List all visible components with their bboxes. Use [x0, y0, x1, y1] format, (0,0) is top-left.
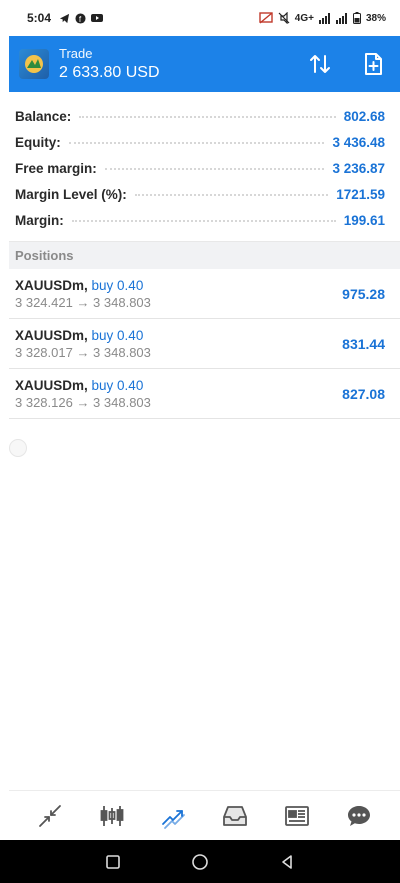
- messages-icon: [348, 805, 371, 826]
- summary-row-equity: Equity: 3 436.48: [9, 129, 400, 155]
- summary-value: 3 236.87: [332, 160, 385, 176]
- home-icon: [192, 853, 208, 870]
- youtube-icon: [91, 14, 104, 22]
- touch-pointer: [9, 439, 27, 457]
- position-symbol: XAUUSDm,: [15, 377, 88, 393]
- drawer-edge[interactable]: [0, 36, 9, 92]
- nav-messages[interactable]: [339, 796, 379, 836]
- battery-level: 38%: [365, 12, 386, 24]
- nav-chart[interactable]: [92, 796, 132, 836]
- sort-button[interactable]: [306, 50, 334, 78]
- back-button[interactable]: [275, 850, 299, 874]
- position-side: buy 0.40: [91, 327, 144, 343]
- summary-label: Free margin:: [15, 160, 97, 176]
- position-prices: 3 324.421 → 3 348.803: [15, 294, 151, 310]
- status-system-icons: 4G+ 38%: [259, 12, 386, 24]
- summary-label: Margin Level (%):: [15, 186, 127, 202]
- header-balance: 2 633.80 USD: [59, 64, 160, 81]
- leader-dots: [79, 116, 336, 118]
- summary-row-free-margin: Free margin: 3 236.87: [9, 155, 400, 181]
- trade-icon: [161, 809, 185, 829]
- cast-icon: [259, 12, 273, 24]
- status-bar: 5:04 f 4G+ 38%: [0, 0, 400, 36]
- position-symbol: XAUUSDm,: [15, 327, 88, 343]
- positions-list: XAUUSDm, buy 0.40 3 324.421 → 3 348.803 …: [9, 269, 400, 419]
- telegram-icon: [59, 13, 70, 23]
- position-profit: 975.28: [342, 285, 385, 302]
- summary-value: 1721.59: [336, 186, 385, 202]
- position-row[interactable]: XAUUSDm, buy 0.40 3 328.017 → 3 348.803 …: [9, 319, 400, 369]
- quotes-icon: [39, 804, 61, 827]
- network-type: 4G+: [294, 12, 314, 24]
- new-order-button[interactable]: [359, 50, 387, 78]
- back-icon: [281, 854, 292, 869]
- position-row[interactable]: XAUUSDm, buy 0.40 3 324.421 → 3 348.803 …: [9, 269, 400, 319]
- metatrader-logo-icon: [25, 55, 43, 73]
- signal-2-icon: [335, 12, 347, 24]
- recents-button[interactable]: [101, 850, 125, 874]
- position-profit: 827.08: [342, 385, 385, 402]
- status-time: 5:04: [27, 11, 52, 25]
- position-symbol: XAUUSDm,: [15, 277, 88, 293]
- nav-quotes[interactable]: [30, 796, 70, 836]
- position-row[interactable]: XAUUSDm, buy 0.40 3 328.126 → 3 348.803 …: [9, 369, 400, 419]
- positions-header: Positions: [9, 241, 400, 269]
- status-notification-icons: f: [59, 12, 104, 24]
- battery-icon: [352, 12, 361, 24]
- news-icon: [285, 805, 310, 826]
- nav-history[interactable]: [215, 796, 255, 836]
- sort-icon: [310, 55, 330, 73]
- position-profit: 831.44: [342, 335, 385, 352]
- app-logo[interactable]: [19, 49, 49, 79]
- summary-value: 3 436.48: [332, 134, 385, 150]
- chart-icon: [100, 805, 124, 826]
- position-prices: 3 328.017 → 3 348.803: [15, 344, 151, 360]
- new-order-icon: [365, 53, 382, 75]
- summary-row-margin: Margin: 199.61: [9, 207, 400, 233]
- system-navigation-bar: [0, 840, 400, 883]
- summary-value: 802.68: [343, 108, 385, 124]
- page-title: Trade: [59, 46, 93, 61]
- mute-icon: [278, 12, 290, 24]
- recents-icon: [106, 854, 121, 869]
- summary-label: Equity:: [15, 134, 61, 150]
- home-button[interactable]: [188, 850, 212, 874]
- leader-dots: [68, 142, 325, 144]
- leader-dots: [104, 168, 325, 170]
- nav-trade[interactable]: [154, 796, 194, 836]
- position-side: buy 0.40: [91, 277, 144, 293]
- summary-label: Margin:: [15, 212, 64, 228]
- account-summary: Balance: 802.68 Equity: 3 436.48 Free ma…: [9, 103, 400, 233]
- summary-label: Balance:: [15, 108, 72, 124]
- trade-header: Trade 2 633.80 USD: [9, 36, 400, 92]
- position-prices: 3 328.126 → 3 348.803: [15, 394, 151, 410]
- facebook-icon: f: [75, 12, 86, 24]
- nav-news[interactable]: [277, 796, 317, 836]
- history-icon: [223, 805, 248, 826]
- summary-value: 199.61: [343, 212, 385, 228]
- signal-icon: [318, 12, 330, 24]
- bottom-navigation: [9, 790, 400, 840]
- leader-dots: [71, 220, 336, 222]
- summary-row-margin-level: Margin Level (%): 1721.59: [9, 181, 400, 207]
- summary-row-balance: Balance: 802.68: [9, 103, 400, 129]
- leader-dots: [134, 194, 329, 196]
- position-side: buy 0.40: [91, 377, 144, 393]
